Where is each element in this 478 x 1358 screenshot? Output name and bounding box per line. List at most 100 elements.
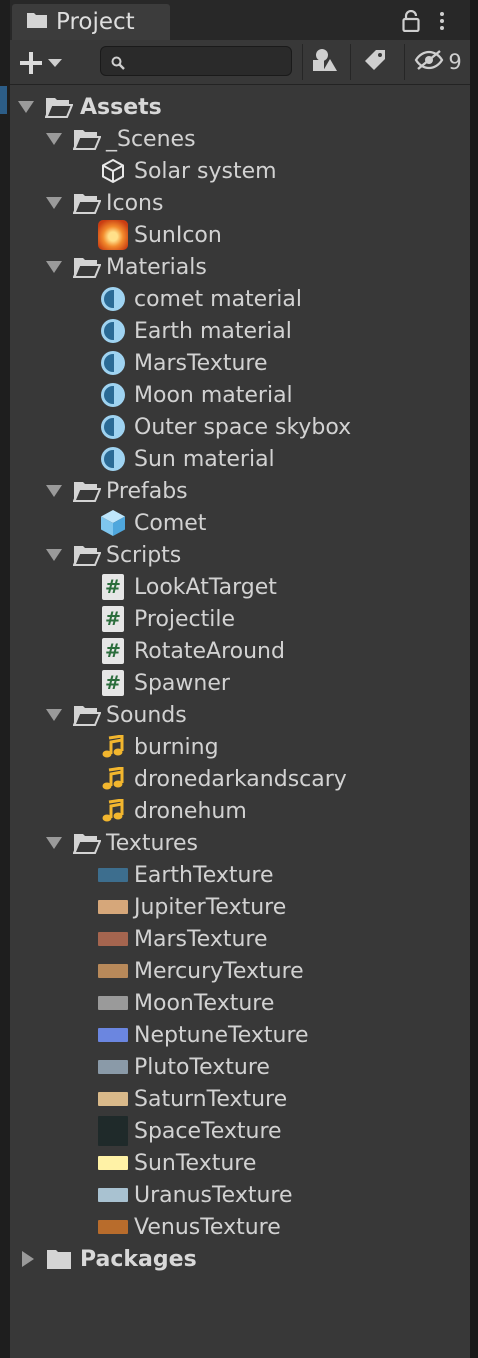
tree-row-audio[interactable]: dronehum	[10, 795, 470, 827]
tree-row-sounds[interactable]: Sounds	[10, 699, 470, 731]
folder-label-packages: Packages	[80, 1246, 197, 1272]
add-asset-button[interactable]	[20, 48, 76, 78]
search-field[interactable]	[100, 46, 292, 77]
unity-scene-icon	[98, 156, 128, 186]
search-by-label-button[interactable]	[354, 46, 396, 78]
tree-row-material[interactable]: Moon material	[10, 379, 470, 411]
search-input[interactable]	[131, 47, 285, 77]
tree-row-texture[interactable]: MarsTexture	[10, 923, 470, 955]
tab-label: Project	[56, 9, 135, 35]
hidden-packages-toggle[interactable]: 9	[410, 46, 466, 78]
collapsed-arrow-icon[interactable]	[22, 1251, 34, 1267]
tree-row-scenes[interactable]: _Scenes	[10, 123, 470, 155]
tree-row-material[interactable]: Outer space skybox	[10, 411, 470, 443]
tab-project[interactable]: Project	[12, 4, 170, 40]
tree-row-packages[interactable]: Packages	[10, 1243, 470, 1275]
prefab-label: Comet	[134, 510, 207, 536]
folder-icon	[26, 11, 48, 33]
plus-icon	[20, 52, 42, 74]
material-label: Moon material	[134, 382, 293, 408]
tree-row-texture[interactable]: SaturnTexture	[10, 1083, 470, 1115]
tree-row-prefab[interactable]: Comet	[10, 507, 470, 539]
prefab-cube-icon	[98, 508, 128, 538]
folder-open-icon	[72, 476, 102, 506]
texture-label: NeptuneTexture	[134, 1022, 309, 1048]
expand-arrow-icon[interactable]	[46, 261, 62, 273]
texture-thumbnail-icon	[98, 988, 128, 1018]
kebab-menu-icon[interactable]	[436, 10, 448, 32]
expand-arrow-icon[interactable]	[46, 837, 62, 849]
texture-thumbnail-icon	[98, 1084, 128, 1114]
material-sphere-icon	[98, 316, 128, 346]
expand-arrow-icon[interactable]	[46, 549, 62, 561]
texture-label: SpaceTexture	[134, 1118, 282, 1144]
tree-row-texture[interactable]: SunTexture	[10, 1147, 470, 1179]
tree-row-audio[interactable]: dronedarkandscary	[10, 763, 470, 795]
tree-row-material[interactable]: Earth material	[10, 315, 470, 347]
shapes-icon	[312, 48, 338, 76]
texture-thumbnail-icon	[98, 1052, 128, 1082]
material-sphere-icon	[98, 412, 128, 442]
tree-row-material[interactable]: Sun material	[10, 443, 470, 475]
texture-label: MoonTexture	[134, 990, 275, 1016]
tree-row-assets[interactable]: Assets	[10, 91, 470, 123]
expand-arrow-icon[interactable]	[18, 101, 34, 113]
audio-clip-icon	[98, 732, 128, 762]
asset-label: SunIcon	[134, 222, 222, 248]
tree-row-scene-file[interactable]: Solar system	[10, 155, 470, 187]
lock-icon[interactable]	[402, 9, 420, 36]
material-label: MarsTexture	[134, 350, 268, 376]
tree-row-textures[interactable]: Textures	[10, 827, 470, 859]
tree-row-texture[interactable]: UranusTexture	[10, 1179, 470, 1211]
expand-arrow-icon[interactable]	[46, 197, 62, 209]
tree-row-texture[interactable]: SpaceTexture	[10, 1115, 470, 1147]
folder-icon	[44, 1244, 74, 1274]
tree-row-materials[interactable]: Materials	[10, 251, 470, 283]
scene-label: Solar system	[134, 158, 277, 184]
folder-label-scenes: _Scenes	[106, 126, 196, 152]
tree-row-script[interactable]: # RotateAround	[10, 635, 470, 667]
tree-row-texture[interactable]: JupiterTexture	[10, 891, 470, 923]
tree-row-texture[interactable]: NeptuneTexture	[10, 1019, 470, 1051]
tree-row-texture[interactable]: MercuryTexture	[10, 955, 470, 987]
tree-row-texture[interactable]: PlutoTexture	[10, 1051, 470, 1083]
material-sphere-icon	[98, 284, 128, 314]
texture-label: PlutoTexture	[134, 1054, 270, 1080]
expand-arrow-icon[interactable]	[46, 485, 62, 497]
toolbar-separator	[404, 44, 405, 80]
left-selection-accent	[0, 86, 7, 114]
material-label: Earth material	[134, 318, 292, 344]
expand-arrow-icon[interactable]	[46, 133, 62, 145]
texture-thumbnail-icon	[98, 1180, 128, 1210]
texture-thumbnail-icon	[98, 1212, 128, 1242]
toolbar: 9	[10, 40, 470, 85]
script-label: RotateAround	[134, 638, 285, 664]
tree-row-texture[interactable]: EarthTexture	[10, 859, 470, 891]
tree-row-script[interactable]: # Projectile	[10, 603, 470, 635]
tree-row-material[interactable]: MarsTexture	[10, 347, 470, 379]
audio-label: burning	[134, 734, 219, 760]
texture-label: SaturnTexture	[134, 1086, 288, 1112]
tree-row-audio[interactable]: burning	[10, 731, 470, 763]
material-label: Sun material	[134, 446, 275, 472]
folder-label-textures: Textures	[106, 830, 198, 856]
tree-row-material[interactable]: comet material	[10, 283, 470, 315]
tab-bar: Project	[10, 0, 470, 40]
tree-row-prefabs[interactable]: Prefabs	[10, 475, 470, 507]
tag-icon	[364, 49, 386, 75]
tree-row-sunicon[interactable]: SunIcon	[10, 219, 470, 251]
folder-open-icon	[72, 124, 102, 154]
search-by-type-button[interactable]	[306, 46, 344, 78]
tree-row-icons[interactable]: Icons	[10, 187, 470, 219]
script-label: Spawner	[134, 670, 230, 696]
texture-label: JupiterTexture	[134, 894, 287, 920]
tree-row-texture[interactable]: MoonTexture	[10, 987, 470, 1019]
expand-arrow-icon[interactable]	[46, 709, 62, 721]
tree-row-script[interactable]: # LookAtTarget	[10, 571, 470, 603]
tree-row-script[interactable]: # Spawner	[10, 667, 470, 699]
material-label: Outer space skybox	[134, 414, 352, 440]
tree-row-scripts[interactable]: Scripts	[10, 539, 470, 571]
tree-row-texture[interactable]: VenusTexture	[10, 1211, 470, 1243]
texture-label: SunTexture	[134, 1150, 257, 1176]
toolbar-separator	[302, 44, 303, 80]
